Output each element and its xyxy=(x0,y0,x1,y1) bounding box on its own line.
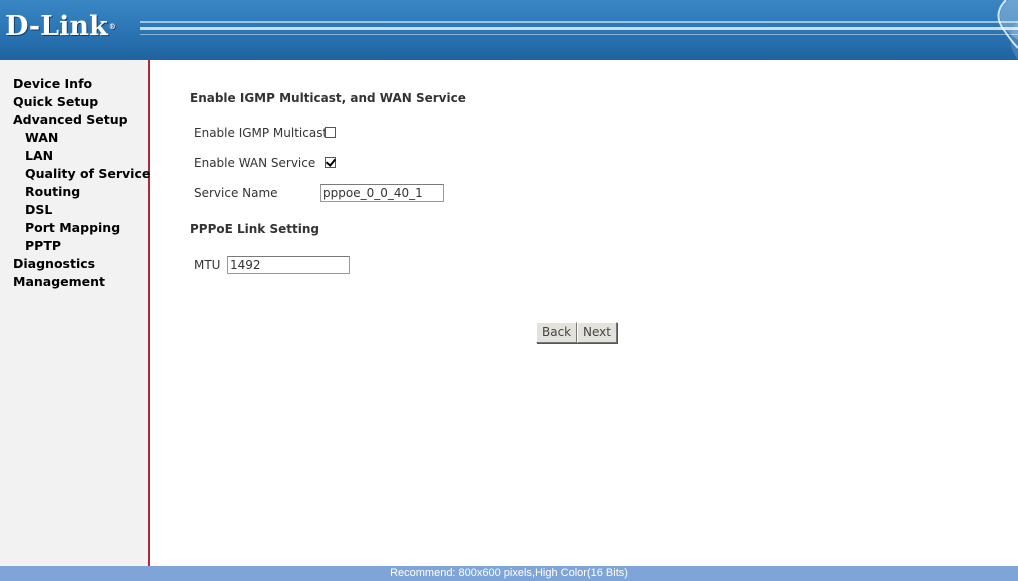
pppoe-link-setting-title: PPPoE Link Setting xyxy=(190,222,319,236)
logo-text: D-Link xyxy=(5,11,108,42)
service-name-input[interactable] xyxy=(320,184,444,202)
sidebar-item-quality-of-service[interactable]: Quality of Service xyxy=(0,165,150,183)
sidebar-item-wan[interactable]: WAN xyxy=(0,129,148,147)
next-button[interactable]: Next xyxy=(577,322,617,343)
sidebar-nav: Device Info Quick Setup Advanced Setup W… xyxy=(0,60,150,566)
wan-service-label: Enable WAN Service xyxy=(194,156,316,170)
header-banner: D-Link® xyxy=(0,0,1018,60)
header-stripe xyxy=(140,21,1018,23)
sidebar-item-port-mapping[interactable]: Port Mapping xyxy=(0,219,148,237)
sidebar-item-dsl[interactable]: DSL xyxy=(0,201,148,219)
form-title: Enable IGMP Multicast, and WAN Service xyxy=(190,91,466,105)
sidebar-item-pptp[interactable]: PPTP xyxy=(0,237,148,255)
footer-bar: Recommend: 800x600 pixels,High Color(16 … xyxy=(0,566,1018,581)
sidebar-item-device-info[interactable]: Device Info xyxy=(0,75,148,93)
footer-recommendation-text: Recommend: 800x600 pixels,High Color(16 … xyxy=(390,567,628,579)
back-button[interactable]: Back xyxy=(536,322,578,343)
mtu-input[interactable] xyxy=(227,256,350,274)
sidebar-item-diagnostics[interactable]: Diagnostics xyxy=(0,255,148,273)
sidebar-item-advanced-setup[interactable]: Advanced Setup xyxy=(0,111,148,129)
igmp-multicast-label: Enable IGMP Multicast xyxy=(194,126,328,140)
wan-service-checkbox[interactable] xyxy=(325,157,336,168)
nav-menu: Device Info Quick Setup Advanced Setup W… xyxy=(0,60,150,291)
header-stripe xyxy=(140,34,1018,35)
sidebar-item-routing[interactable]: Routing xyxy=(0,183,148,201)
header-wave-decoration xyxy=(997,0,1018,60)
mtu-label: MTU xyxy=(194,258,221,272)
logo-registered-mark: ® xyxy=(108,22,116,31)
sidebar-item-quick-setup[interactable]: Quick Setup xyxy=(0,93,148,111)
header-stripe xyxy=(140,27,1018,30)
main-content: Enable IGMP Multicast, and WAN Service E… xyxy=(150,60,1018,566)
dlink-logo: D-Link® xyxy=(5,12,116,42)
igmp-multicast-checkbox[interactable] xyxy=(325,127,336,138)
sidebar-item-management[interactable]: Management xyxy=(0,273,148,291)
sidebar-item-lan[interactable]: LAN xyxy=(0,147,148,165)
service-name-label: Service Name xyxy=(194,186,278,200)
